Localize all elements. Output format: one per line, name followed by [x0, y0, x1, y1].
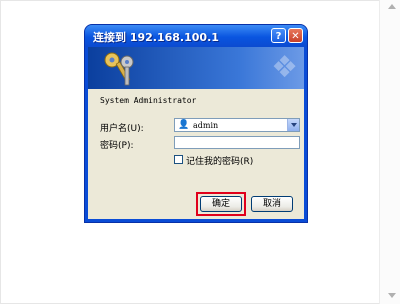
help-button[interactable]: ? — [271, 28, 286, 43]
login-dialog: 连接到 192.168.100.1 ? ✕ ❖ System Administr… — [85, 25, 307, 222]
keys-icon — [104, 52, 134, 86]
scrollbar[interactable] — [379, 0, 400, 304]
user-icon: 👤 — [178, 120, 190, 130]
ok-button[interactable]: 确定 — [200, 196, 242, 212]
cancel-button[interactable]: 取消 — [251, 196, 293, 212]
dialog-titlebar[interactable]: 连接到 192.168.100.1 ? ✕ — [85, 25, 307, 47]
close-button[interactable]: ✕ — [288, 28, 303, 43]
password-label: 密码(P): — [100, 141, 134, 151]
dialog-title: 连接到 192.168.100.1 — [93, 31, 219, 44]
password-field[interactable] — [174, 136, 300, 149]
scroll-down-icon[interactable] — [388, 293, 396, 298]
banner-watermark-icon: ❖ — [271, 50, 298, 85]
message-text: System Administrator — [100, 96, 197, 105]
scroll-up-icon[interactable] — [388, 4, 396, 9]
remember-label: 记住我的密码(R) — [186, 157, 254, 167]
chevron-down-icon[interactable] — [287, 119, 299, 131]
dialog-banner: ❖ — [88, 47, 304, 89]
dialog-body: ❖ System Administrator 用户名(U): 👤 admin 密… — [88, 47, 304, 219]
remember-checkbox[interactable] — [174, 155, 183, 164]
username-combo[interactable]: 👤 admin — [174, 118, 300, 132]
username-value: admin — [193, 121, 219, 130]
username-label: 用户名(U): — [100, 124, 144, 134]
